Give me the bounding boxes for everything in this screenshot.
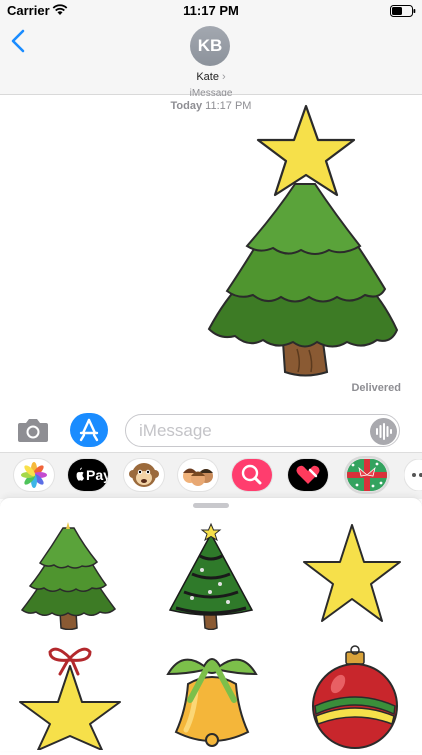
audio-message-icon[interactable] <box>370 418 397 445</box>
more-apps-icon[interactable] <box>403 458 422 492</box>
battery-icon <box>390 4 416 22</box>
memoji-icon[interactable] <box>178 459 218 491</box>
status-time: 11:17 PM <box>183 3 239 18</box>
sticker-star-ornament-with-bow[interactable] <box>16 644 124 755</box>
back-chevron-icon[interactable] <box>10 29 26 58</box>
sticker-decorated-christmas-tree[interactable] <box>162 522 260 635</box>
delivery-status: Delivered <box>351 382 401 394</box>
contact-name[interactable]: Kate › <box>0 71 422 83</box>
web-images-search-icon[interactable] <box>232 459 272 491</box>
photos-app-icon[interactable] <box>14 459 54 491</box>
sticker-yellow-star[interactable] <box>302 522 402 633</box>
panel-grabber[interactable] <box>193 503 229 508</box>
apple-pay-icon[interactable]: Pay <box>68 459 108 491</box>
sent-christmas-tree-sticker[interactable] <box>205 104 400 384</box>
sticker-bell-with-bow[interactable] <box>162 644 262 755</box>
digital-touch-icon[interactable] <box>288 459 328 491</box>
sticker-plain-christmas-tree[interactable] <box>20 522 118 635</box>
chevron-right-icon: › <box>222 71 226 83</box>
service-label: iMessage <box>189 88 233 96</box>
sticker-red-bauble-ornament[interactable] <box>310 644 400 755</box>
contact-name-label: Kate <box>196 71 219 83</box>
camera-icon[interactable] <box>16 416 50 449</box>
contact-avatar[interactable]: KB <box>190 26 230 66</box>
animoji-icon[interactable] <box>124 459 164 491</box>
apple-pay-label: Pay <box>86 467 108 483</box>
timestamp-day: Today <box>170 100 203 112</box>
app-store-icon[interactable] <box>70 413 108 447</box>
christmas-stickers-app-icon[interactable] <box>347 459 387 491</box>
message-input-placeholder: iMessage <box>139 421 212 440</box>
